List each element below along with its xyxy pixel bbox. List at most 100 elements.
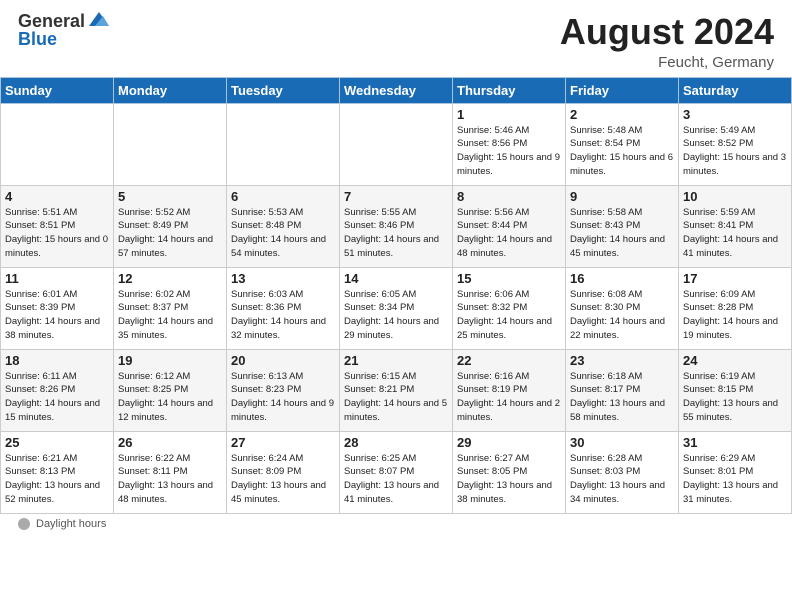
table-row: 18 Sunrise: 6:11 AM Sunset: 8:26 PM Dayli… xyxy=(1,349,114,431)
col-monday: Monday xyxy=(114,77,227,103)
day-number: 16 xyxy=(570,271,674,286)
col-saturday: Saturday xyxy=(679,77,792,103)
day-number: 21 xyxy=(344,353,448,368)
daylight-dot xyxy=(18,518,30,530)
day-detail: Sunrise: 6:13 AM Sunset: 8:23 PM Dayligh… xyxy=(231,370,335,425)
day-number: 17 xyxy=(683,271,787,286)
day-detail: Sunrise: 6:16 AM Sunset: 8:19 PM Dayligh… xyxy=(457,370,561,425)
day-number: 19 xyxy=(118,353,222,368)
table-row: 27 Sunrise: 6:24 AM Sunset: 8:09 PM Dayli… xyxy=(227,431,340,513)
table-row: 23Sunrise: 6:18 AM Sunset: 8:17 PM Dayli… xyxy=(566,349,679,431)
day-number: 14 xyxy=(344,271,448,286)
calendar-week-row: 4 Sunrise: 5:51 AM Sunset: 8:51 PM Daylig… xyxy=(1,185,792,267)
day-number: 3 xyxy=(683,107,787,122)
logo-general: General xyxy=(18,12,85,30)
calendar-table: Sunday Monday Tuesday Wednesday Thursday… xyxy=(0,77,792,514)
table-row: 30Sunrise: 6:28 AM Sunset: 8:03 PM Dayli… xyxy=(566,431,679,513)
col-wednesday: Wednesday xyxy=(340,77,453,103)
day-detail: Sunrise: 5:52 AM Sunset: 8:49 PM Dayligh… xyxy=(118,206,222,261)
day-detail: Sunrise: 6:11 AM Sunset: 8:26 PM Dayligh… xyxy=(5,370,109,425)
day-number: 1 xyxy=(457,107,561,122)
day-number: 26 xyxy=(118,435,222,450)
table-row: 2Sunrise: 5:48 AM Sunset: 8:54 PM Daylig… xyxy=(566,103,679,185)
col-sunday: Sunday xyxy=(1,77,114,103)
day-detail: Sunrise: 6:03 AM Sunset: 8:36 PM Dayligh… xyxy=(231,288,335,343)
table-row: 17 Sunrise: 6:09 AM Sunset: 8:28 PM Dayli… xyxy=(679,267,792,349)
day-number: 22 xyxy=(457,353,561,368)
day-detail: Sunrise: 5:55 AM Sunset: 8:46 PM Dayligh… xyxy=(344,206,448,261)
day-number: 6 xyxy=(231,189,335,204)
day-number: 27 xyxy=(231,435,335,450)
day-number: 25 xyxy=(5,435,109,450)
day-detail: Sunrise: 6:29 AM Sunset: 8:01 PM Dayligh… xyxy=(683,452,787,507)
table-row: 12 Sunrise: 6:02 AM Sunset: 8:37 PM Dayli… xyxy=(114,267,227,349)
table-row: 13 Sunrise: 6:03 AM Sunset: 8:36 PM Dayli… xyxy=(227,267,340,349)
day-number: 8 xyxy=(457,189,561,204)
table-row: 21 Sunrise: 6:15 AM Sunset: 8:21 PM Dayli… xyxy=(340,349,453,431)
table-row: 10 Sunrise: 5:59 AM Sunset: 8:41 PM Dayli… xyxy=(679,185,792,267)
table-row: 5 Sunrise: 5:52 AM Sunset: 8:49 PM Daylig… xyxy=(114,185,227,267)
day-number: 10 xyxy=(683,189,787,204)
table-row: 16Sunrise: 6:08 AM Sunset: 8:30 PM Dayli… xyxy=(566,267,679,349)
col-friday: Friday xyxy=(566,77,679,103)
table-row: 20Sunrise: 6:13 AM Sunset: 8:23 PM Dayli… xyxy=(227,349,340,431)
day-number: 15 xyxy=(457,271,561,286)
day-number: 18 xyxy=(5,353,109,368)
day-number: 7 xyxy=(344,189,448,204)
day-detail: Sunrise: 5:49 AM Sunset: 8:52 PM Dayligh… xyxy=(683,124,787,179)
day-detail: Sunrise: 6:27 AM Sunset: 8:05 PM Dayligh… xyxy=(457,452,561,507)
location-subtitle: Feucht, Germany xyxy=(560,54,774,71)
day-detail: Sunrise: 5:56 AM Sunset: 8:44 PM Dayligh… xyxy=(457,206,561,261)
day-number: 28 xyxy=(344,435,448,450)
day-detail: Sunrise: 6:24 AM Sunset: 8:09 PM Dayligh… xyxy=(231,452,335,507)
day-detail: Sunrise: 6:12 AM Sunset: 8:25 PM Dayligh… xyxy=(118,370,222,425)
logo-icon xyxy=(87,8,109,30)
day-detail: Sunrise: 5:59 AM Sunset: 8:41 PM Dayligh… xyxy=(683,206,787,261)
calendar-week-row: 25Sunrise: 6:21 AM Sunset: 8:13 PM Dayli… xyxy=(1,431,792,513)
day-detail: Sunrise: 6:19 AM Sunset: 8:15 PM Dayligh… xyxy=(683,370,787,425)
day-detail: Sunrise: 5:51 AM Sunset: 8:51 PM Dayligh… xyxy=(5,206,109,261)
table-row: 6 Sunrise: 5:53 AM Sunset: 8:48 PM Daylig… xyxy=(227,185,340,267)
calendar-week-row: 1Sunrise: 5:46 AM Sunset: 8:56 PM Daylig… xyxy=(1,103,792,185)
day-detail: Sunrise: 6:06 AM Sunset: 8:32 PM Dayligh… xyxy=(457,288,561,343)
table-row: 25Sunrise: 6:21 AM Sunset: 8:13 PM Dayli… xyxy=(1,431,114,513)
table-row xyxy=(227,103,340,185)
table-row: 3 Sunrise: 5:49 AM Sunset: 8:52 PM Daylig… xyxy=(679,103,792,185)
day-detail: Sunrise: 6:09 AM Sunset: 8:28 PM Dayligh… xyxy=(683,288,787,343)
col-thursday: Thursday xyxy=(453,77,566,103)
day-number: 23 xyxy=(570,353,674,368)
table-row xyxy=(114,103,227,185)
table-row: 8 Sunrise: 5:56 AM Sunset: 8:44 PM Daylig… xyxy=(453,185,566,267)
day-detail: Sunrise: 6:22 AM Sunset: 8:11 PM Dayligh… xyxy=(118,452,222,507)
daylight-label: Daylight hours xyxy=(36,518,106,530)
month-title-block: August 2024 Feucht, Germany xyxy=(560,12,774,71)
day-detail: Sunrise: 6:25 AM Sunset: 8:07 PM Dayligh… xyxy=(344,452,448,507)
day-detail: Sunrise: 6:05 AM Sunset: 8:34 PM Dayligh… xyxy=(344,288,448,343)
day-number: 12 xyxy=(118,271,222,286)
day-number: 11 xyxy=(5,271,109,286)
footer: Daylight hours xyxy=(0,514,792,534)
calendar-week-row: 11Sunrise: 6:01 AM Sunset: 8:39 PM Dayli… xyxy=(1,267,792,349)
day-detail: Sunrise: 5:58 AM Sunset: 8:43 PM Dayligh… xyxy=(570,206,674,261)
day-number: 13 xyxy=(231,271,335,286)
day-number: 4 xyxy=(5,189,109,204)
table-row xyxy=(340,103,453,185)
table-row: 28 Sunrise: 6:25 AM Sunset: 8:07 PM Dayli… xyxy=(340,431,453,513)
day-number: 5 xyxy=(118,189,222,204)
table-row: 22 Sunrise: 6:16 AM Sunset: 8:19 PM Dayli… xyxy=(453,349,566,431)
table-row: 9Sunrise: 5:58 AM Sunset: 8:43 PM Daylig… xyxy=(566,185,679,267)
month-title: August 2024 xyxy=(560,12,774,52)
table-row xyxy=(1,103,114,185)
logo: General Blue xyxy=(18,12,109,50)
table-row: 26 Sunrise: 6:22 AM Sunset: 8:11 PM Dayli… xyxy=(114,431,227,513)
table-row: 29 Sunrise: 6:27 AM Sunset: 8:05 PM Dayli… xyxy=(453,431,566,513)
logo-blue: Blue xyxy=(18,29,57,49)
col-tuesday: Tuesday xyxy=(227,77,340,103)
day-number: 29 xyxy=(457,435,561,450)
day-detail: Sunrise: 6:15 AM Sunset: 8:21 PM Dayligh… xyxy=(344,370,448,425)
day-detail: Sunrise: 5:48 AM Sunset: 8:54 PM Dayligh… xyxy=(570,124,674,179)
day-detail: Sunrise: 5:53 AM Sunset: 8:48 PM Dayligh… xyxy=(231,206,335,261)
table-row: 31Sunrise: 6:29 AM Sunset: 8:01 PM Dayli… xyxy=(679,431,792,513)
day-detail: Sunrise: 6:02 AM Sunset: 8:37 PM Dayligh… xyxy=(118,288,222,343)
calendar-week-row: 18 Sunrise: 6:11 AM Sunset: 8:26 PM Dayli… xyxy=(1,349,792,431)
